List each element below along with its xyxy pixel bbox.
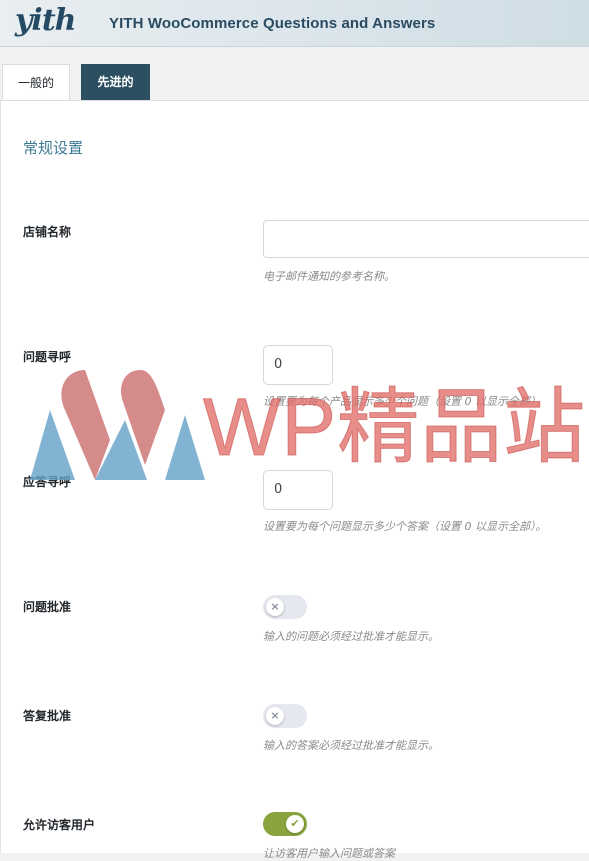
tab-bar: 一般的 先进的 (0, 64, 589, 102)
answer-approval-description: 输入的答案必须经过批准才能显示。 (263, 739, 439, 752)
allow-guests-label: 允许访客用户 (23, 818, 96, 832)
answers-paging-label: 应答寻呼 (23, 475, 72, 489)
store-name-input[interactable] (263, 220, 589, 258)
answers-paging-description: 设置要为每个问题显示多少个答案（设置 0 以显示全部）。 (263, 520, 547, 533)
store-name-label: 店铺名称 (23, 225, 72, 239)
store-name-description: 电子邮件通知的参考名称。 (263, 270, 395, 283)
answer-approval-toggle[interactable]: × (263, 704, 307, 728)
app-header: yith YITH WooCommerce Questions and Answ… (0, 0, 589, 47)
tab-advanced[interactable]: 先进的 (81, 64, 150, 101)
answers-paging-input[interactable]: 0 (263, 470, 333, 510)
questions-paging-input[interactable]: 0 (263, 345, 333, 385)
section-title: 常规设置 (23, 139, 84, 157)
questions-paging-label: 问题寻呼 (23, 350, 72, 364)
settings-panel: 常规设置 店铺名称 电子邮件通知的参考名称。 问题寻呼 0 设置要为每个产品显示… (0, 100, 589, 860)
close-icon: × (266, 598, 284, 616)
close-icon: × (266, 707, 284, 725)
question-approval-description: 输入的问题必须经过批准才能显示。 (263, 630, 439, 643)
question-approval-toggle[interactable]: × (263, 595, 307, 619)
allow-guests-toggle[interactable]: ✔ (263, 812, 307, 836)
allow-guests-description: 让访客用户输入问题或答案 (263, 847, 395, 860)
app-title: YITH WooCommerce Questions and Answers (109, 15, 436, 32)
question-approval-label: 问题批准 (23, 600, 72, 614)
answer-approval-label: 答复批准 (23, 709, 72, 723)
checkmark-icon: ✔ (286, 815, 304, 833)
questions-paging-description: 设置要为每个产品显示多少个问题（设置 0 以显示全部）。 (263, 395, 547, 408)
yith-logo: yith (15, 3, 76, 38)
tab-general[interactable]: 一般的 (2, 64, 70, 102)
